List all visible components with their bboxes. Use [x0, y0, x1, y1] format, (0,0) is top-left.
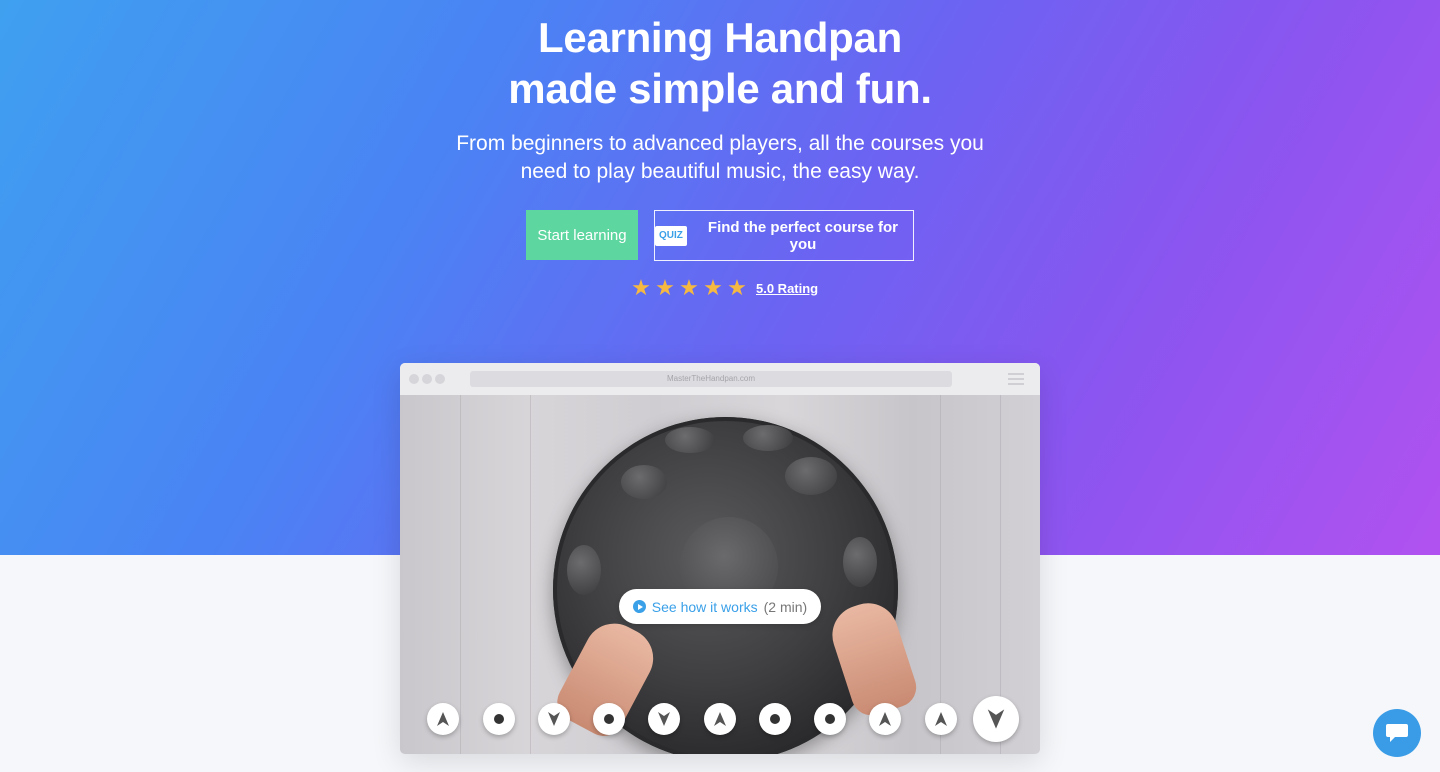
rating-link[interactable]: 5.0 Rating	[756, 281, 818, 296]
star-icon: ★	[679, 275, 699, 300]
video-preview[interactable]: See how it works (2 min)	[400, 395, 1040, 754]
dot-note-icon	[593, 703, 625, 735]
up-arrow-note-icon	[869, 703, 901, 735]
window-dot-icon	[409, 374, 419, 384]
dot-note-icon	[759, 703, 791, 735]
note-markers	[400, 395, 1040, 754]
up-arrow-note-icon	[427, 703, 459, 735]
up-arrow-note-icon	[704, 703, 736, 735]
hero-subtitle-line1: From beginners to advanced players, all …	[456, 132, 984, 155]
rating: ★ ★ ★ ★ ★ 5.0 Rating	[630, 276, 818, 300]
quiz-badge: QUIZ	[655, 225, 687, 246]
down-arrow-note-icon	[648, 703, 680, 735]
hero-title-line2: made simple and fun.	[508, 65, 932, 112]
star-icon: ★	[631, 275, 651, 300]
chat-button[interactable]	[1373, 709, 1421, 757]
start-learning-button[interactable]: Start learning	[526, 210, 638, 260]
star-icon: ★	[703, 275, 723, 300]
browser-toolbar: MasterTheHandpan.com	[400, 363, 1040, 395]
down-arrow-note-icon	[538, 703, 570, 735]
hero-subtitle-line2: need to play beautiful music, the easy w…	[520, 160, 920, 183]
star-icon: ★	[655, 275, 675, 300]
quiz-button[interactable]: QUIZ Find the perfect course for you	[654, 210, 914, 261]
window-dot-icon	[422, 374, 432, 384]
window-dot-icon	[435, 374, 445, 384]
chat-bubble-icon	[1386, 724, 1408, 742]
star-icon: ★	[727, 275, 747, 300]
browser-mockup: MasterTheHandpan.com See how it works (2…	[400, 363, 1040, 754]
quiz-button-label: Find the perfect course for you	[707, 218, 898, 253]
dot-note-icon	[483, 703, 515, 735]
url-bar: MasterTheHandpan.com	[470, 371, 952, 387]
hamburger-menu-icon	[1008, 373, 1024, 385]
up-arrow-note-icon	[925, 703, 957, 735]
hero-title-line1: Learning Handpan	[538, 14, 902, 61]
down-arrow-note-icon	[973, 696, 1019, 742]
dot-note-icon	[814, 703, 846, 735]
